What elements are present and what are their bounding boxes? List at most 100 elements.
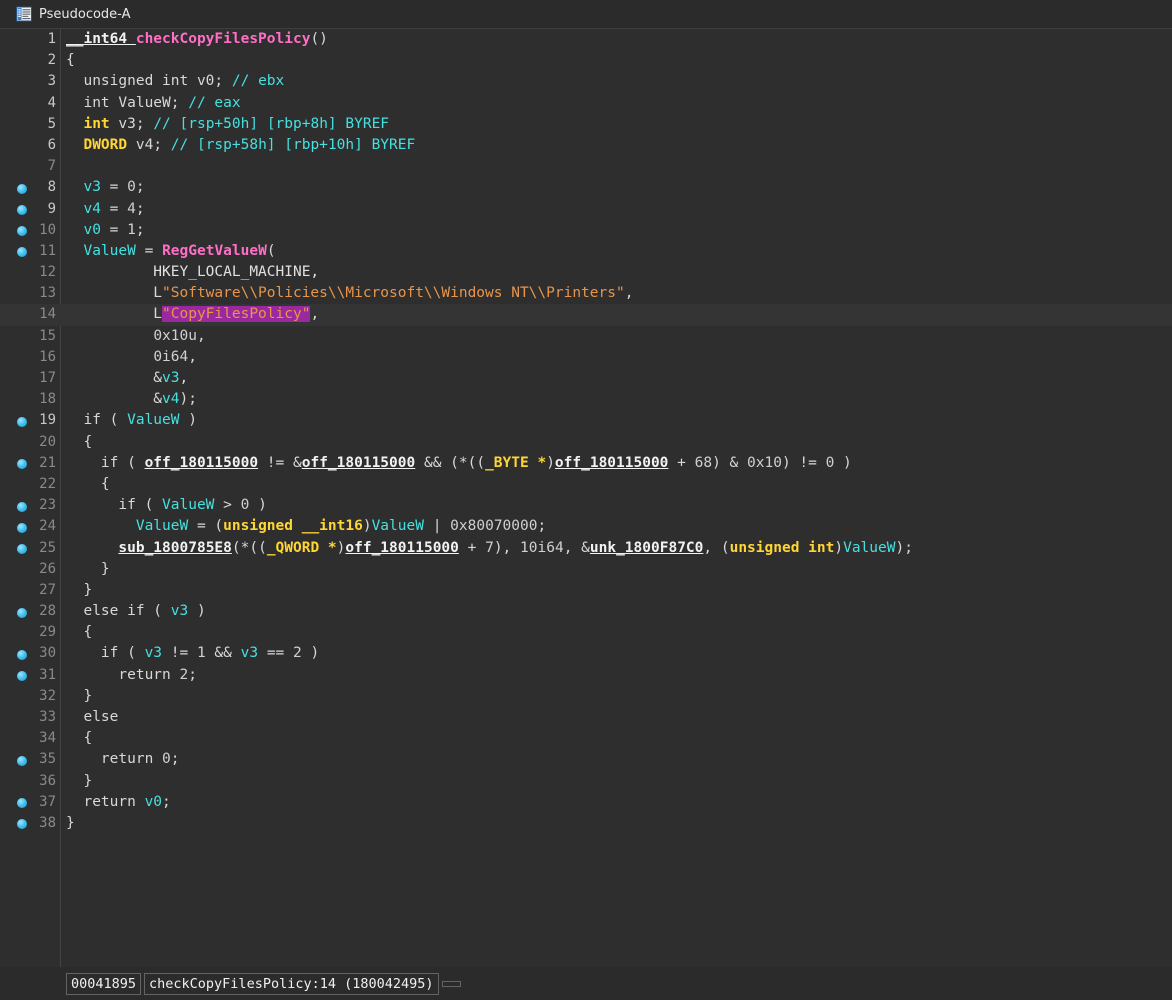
- pseudocode-editor[interactable]: 1 __int64 checkCopyFilesPolicy() 2{3 unsig…: [0, 28, 1172, 967]
- code-text: int ValueW; // eax: [66, 93, 240, 114]
- code-line[interactable]: 6 DWORD v4; // [rsp+58h] [rbp+10h] BYREF: [0, 135, 1172, 156]
- code-line[interactable]: 31 return 2;: [0, 665, 1172, 686]
- code-text: }: [66, 580, 92, 601]
- code-line[interactable]: 27 }: [0, 580, 1172, 601]
- code-text: __int64 checkCopyFilesPolicy(): [66, 29, 328, 50]
- token-hl: "CopyFilesPolicy": [162, 306, 311, 323]
- line-number: 29: [39, 624, 56, 641]
- token-var: v4: [83, 200, 101, 217]
- token-kw: return: [66, 751, 163, 768]
- code-line[interactable]: 4 int ValueW; // eax: [0, 93, 1172, 114]
- code-line[interactable]: 16 0i64,: [0, 347, 1172, 368]
- token-kw: return: [66, 793, 145, 810]
- code-line[interactable]: 12 HKEY_LOCAL_MACHINE,: [0, 262, 1172, 283]
- code-text: int v3; // [rsp+50h] [rbp+8h] BYREF: [66, 114, 389, 135]
- token-kw: if (: [66, 454, 145, 471]
- code-text: }: [66, 771, 92, 792]
- code-text: {: [66, 622, 92, 643]
- token-punc: =: [100, 200, 128, 217]
- token-punc: =: [135, 242, 163, 259]
- token-var: v3: [144, 645, 163, 662]
- code-line[interactable]: 18 &v4);: [0, 389, 1172, 410]
- code-line[interactable]: 32 }: [0, 686, 1172, 707]
- code-line[interactable]: 23 if ( ValueW > 0 ): [0, 495, 1172, 516]
- code-line[interactable]: 10 v0 = 1;: [0, 220, 1172, 241]
- token-kw: if (: [66, 497, 163, 514]
- token-punc: [66, 243, 83, 259]
- code-line[interactable]: 13 L"Software\\Policies\\Microsoft\\Wind…: [0, 283, 1172, 304]
- token-punc: =: [100, 179, 128, 196]
- code-line[interactable]: 5 int v3; // [rsp+50h] [rbp+8h] BYREF: [0, 114, 1172, 135]
- token-kw: else if (: [66, 603, 171, 620]
- code-line[interactable]: 35 return 0;: [0, 749, 1172, 770]
- line-number: 17: [39, 370, 56, 386]
- code-text: &v4);: [66, 389, 197, 410]
- code-line[interactable]: 38}: [0, 813, 1172, 834]
- token-punc: ;: [135, 179, 145, 196]
- token-glob: off_180115000: [554, 454, 669, 471]
- code-line[interactable]: 17 &v3,: [0, 368, 1172, 389]
- code-line[interactable]: 25 sub_1800785E8(*((_QWORD *) off_1801150…: [0, 538, 1172, 559]
- token-num: 1: [196, 645, 206, 662]
- code-line[interactable]: 14 L"CopyFilesPolicy",: [0, 304, 1172, 326]
- code-line[interactable]: 9 v4 = 4;: [0, 199, 1172, 220]
- token-cmt: // [rsp+50h] [rbp+8h] BYREF: [153, 115, 390, 132]
- code-line[interactable]: 3 unsigned int v0; // ebx: [0, 71, 1172, 92]
- token-punc: ;: [188, 666, 197, 683]
- token-num: 0: [127, 179, 136, 196]
- code-line[interactable]: 11 ValueW = RegGetValueW(: [0, 241, 1172, 262]
- token-strq: L: [66, 306, 163, 323]
- token-ty: unsigned __int16: [223, 518, 363, 535]
- token-num: 0x80070000: [450, 518, 538, 535]
- line-number: 14: [39, 306, 56, 323]
- token-kw: [66, 116, 83, 132]
- token-punc: [66, 222, 83, 238]
- code-text: if ( ValueW ): [66, 410, 197, 431]
- code-text: ValueW = RegGetValueW(: [66, 241, 276, 262]
- code-text: L"CopyFilesPolicy",: [66, 304, 319, 325]
- code-line[interactable]: 1 __int64 checkCopyFilesPolicy(): [0, 29, 1172, 50]
- token-num: 0x10u: [153, 327, 197, 344]
- code-line[interactable]: 15 0x10u,: [0, 326, 1172, 347]
- code-line[interactable]: 22 {: [0, 474, 1172, 495]
- token-punc: [66, 328, 153, 344]
- token-punc: , &: [563, 539, 590, 556]
- code-line[interactable]: 24 ValueW = (unsigned __int16)ValueW | 0…: [0, 516, 1172, 537]
- token-punc: ) !=: [781, 454, 826, 471]
- token-punc: &: [66, 391, 163, 408]
- code-line[interactable]: 19 if ( ValueW ): [0, 410, 1172, 431]
- code-line[interactable]: 28 else if ( v3 ): [0, 601, 1172, 622]
- code-line[interactable]: 34 {: [0, 728, 1172, 749]
- code-line[interactable]: 37 return v0;: [0, 792, 1172, 813]
- tab-pseudocode-a[interactable]: Pseudocode-A: [8, 0, 145, 28]
- token-punc: (: [266, 242, 276, 259]
- code-line[interactable]: 26 }: [0, 559, 1172, 580]
- token-var: ValueW: [135, 518, 189, 535]
- token-ty: DWORD: [83, 136, 128, 153]
- token-punc: +: [458, 539, 486, 556]
- status-location: checkCopyFilesPolicy:14 (180042495): [144, 972, 439, 995]
- token-punc: ): [834, 454, 852, 471]
- line-number: 23: [39, 497, 56, 514]
- code-text: HKEY_LOCAL_MACHINE,: [66, 262, 319, 283]
- code-line[interactable]: 8 v3 = 0;: [0, 177, 1172, 198]
- code-line[interactable]: 21 if ( off_180115000 != &off_180115000 …: [0, 453, 1172, 474]
- token-punc: ,: [196, 327, 206, 344]
- code-line[interactable]: 7: [0, 156, 1172, 177]
- code-line[interactable]: 33 else: [0, 707, 1172, 728]
- code-line[interactable]: 30 if ( v3 != 1 && v3 == 2 ): [0, 643, 1172, 664]
- token-punc: |: [423, 518, 451, 535]
- token-punc: = (: [188, 518, 224, 535]
- token-num: 2: [293, 645, 302, 662]
- code-line[interactable]: 29 {: [0, 622, 1172, 643]
- line-number: 12: [39, 264, 56, 281]
- code-line[interactable]: 36 }: [0, 771, 1172, 792]
- token-ty: _QWORD *: [266, 539, 337, 556]
- token-ty: unsigned int: [729, 539, 835, 556]
- code-line[interactable]: 20 {: [0, 432, 1172, 453]
- line-number: 9: [47, 200, 56, 217]
- tab-label: Pseudocode-A: [39, 6, 131, 22]
- token-kw: if (: [66, 645, 145, 662]
- line-number: 32: [39, 687, 56, 704]
- code-line[interactable]: 2{: [0, 50, 1172, 71]
